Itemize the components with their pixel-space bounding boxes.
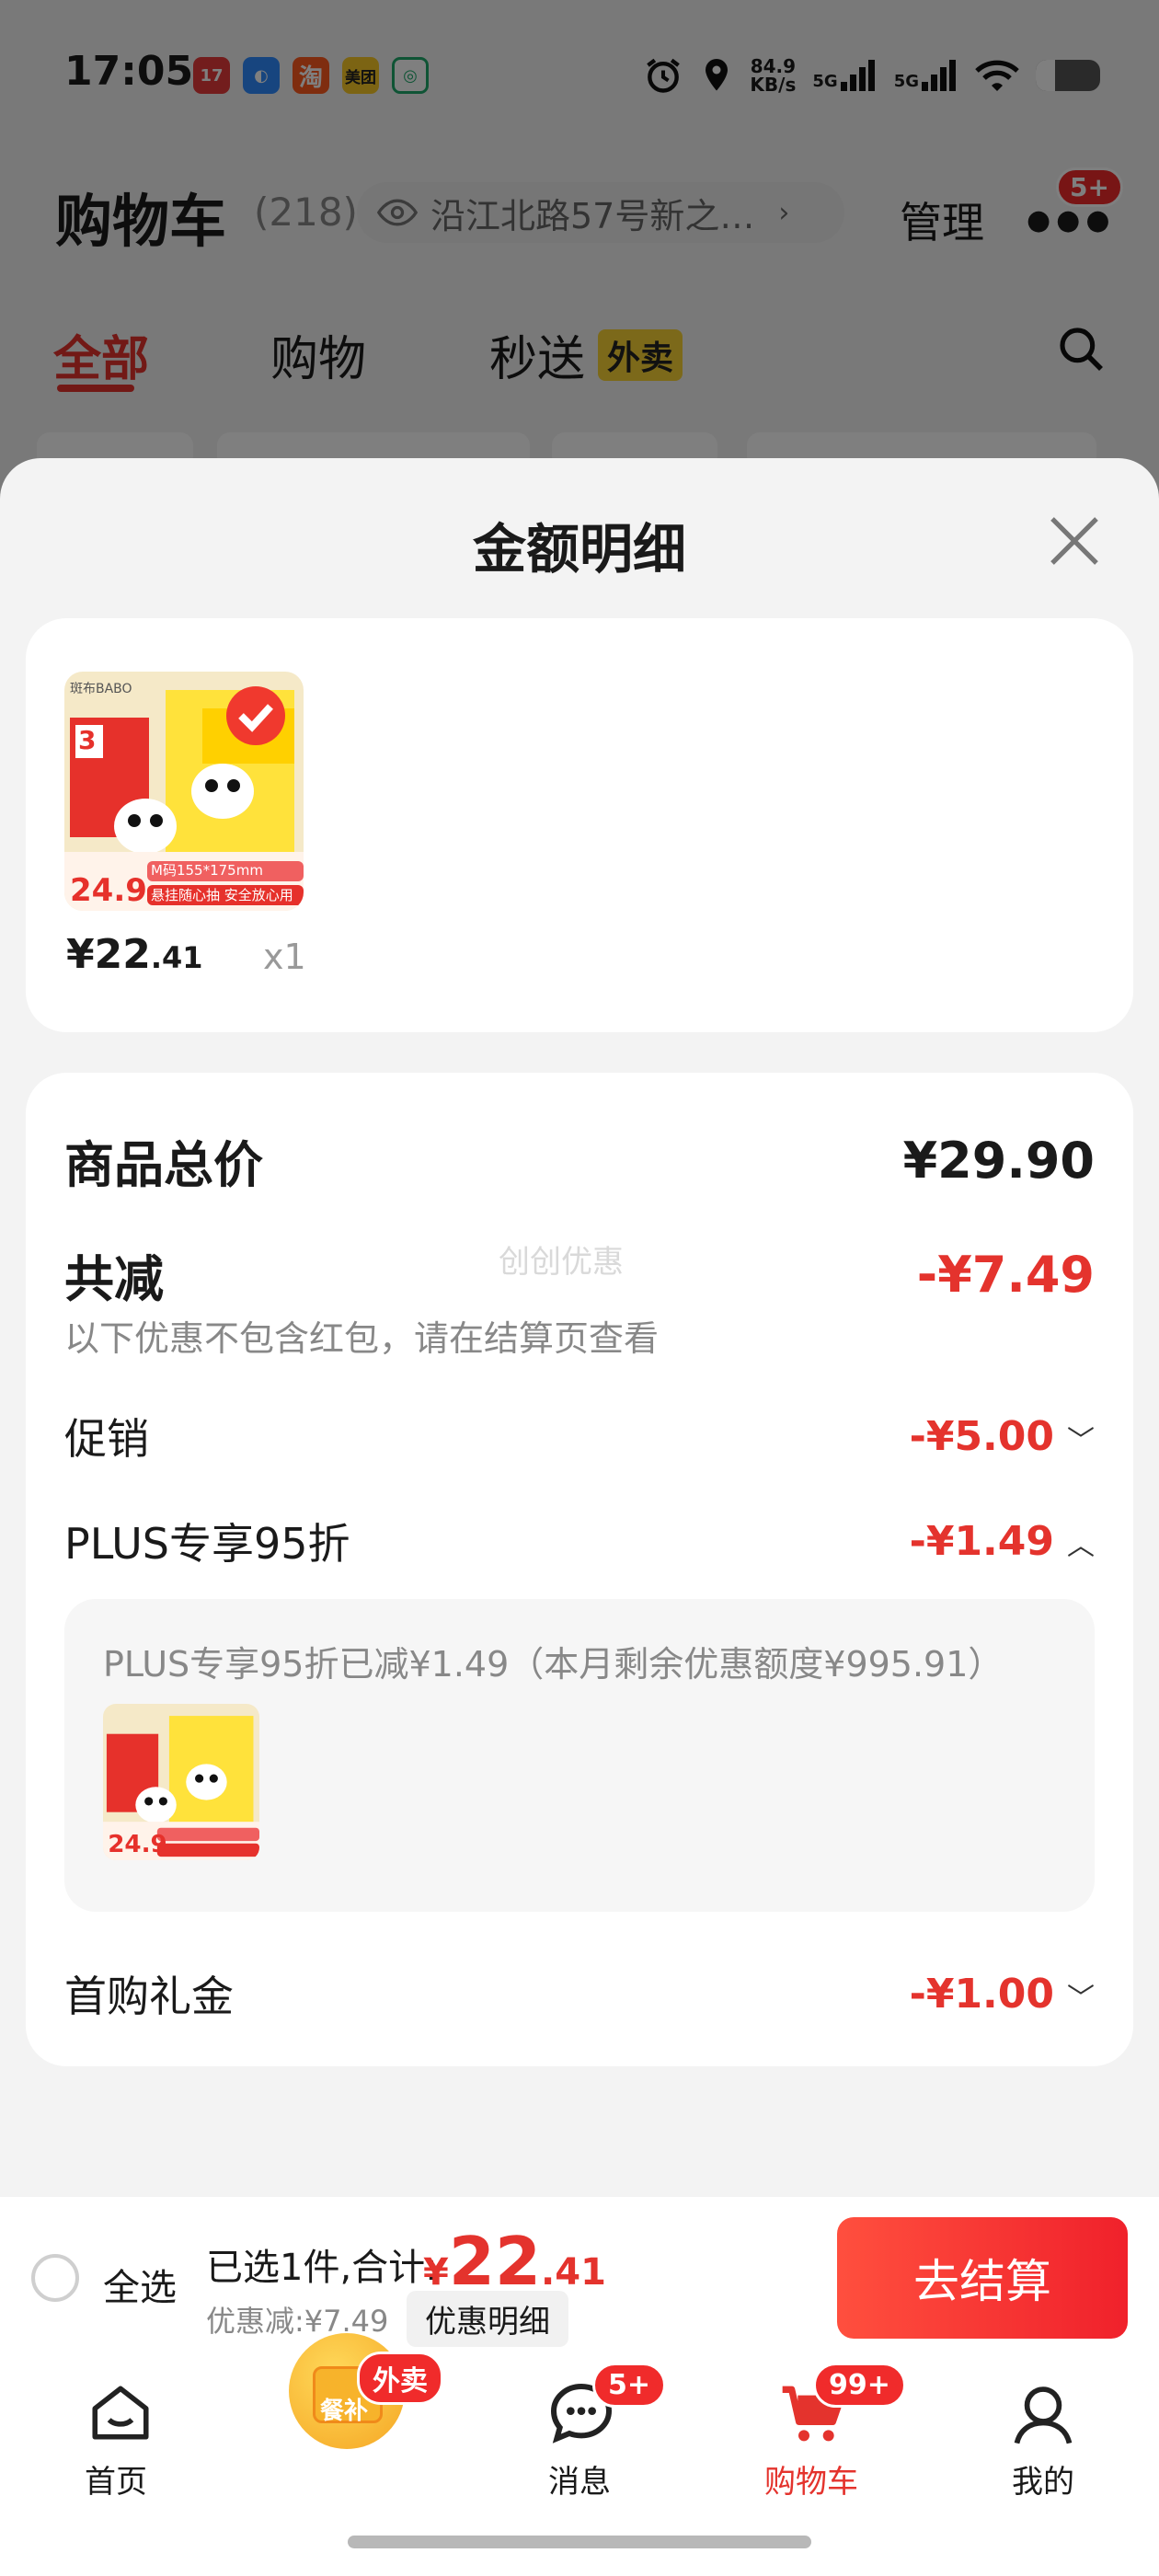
amount-detail-sheet: 金额明细 斑布BABO 3 M码155*175mm 悬挂随心抽 安全放心用 24…: [0, 458, 1159, 2197]
row-total: 商品总价 ¥29.90: [64, 1124, 1095, 1197]
image-brand: 斑布BABO: [70, 682, 132, 696]
promo-label: 促销: [64, 1414, 149, 1464]
nav-me-label: 我的: [1012, 2464, 1074, 2501]
select-all-radio[interactable]: [31, 2254, 79, 2302]
nav-home-label: 首页: [85, 2464, 147, 2501]
total-value: ¥29.90: [902, 1132, 1095, 1190]
watermark-text: 创创优惠: [499, 1244, 624, 1281]
reduce-value: -¥7.49: [916, 1246, 1095, 1304]
checkout-button[interactable]: 去结算: [837, 2217, 1128, 2339]
product-card: 斑布BABO 3 M码155*175mm 悬挂随心抽 安全放心用 24.9 ¥2…: [26, 618, 1133, 1032]
reduce-label: 共减: [64, 1250, 164, 1308]
chevron-up-icon: ︿: [1067, 1529, 1095, 1562]
reduce-note: 以下优惠不包含红包，请在结算页查看: [64, 1318, 660, 1359]
row-gift[interactable]: 首购礼金 -¥1.00 ﹀: [64, 1963, 1095, 2024]
product-price: ¥22.41: [66, 931, 203, 978]
gift-value: -¥1.00: [909, 1970, 1054, 2018]
plus-label: PLUS专享95折: [64, 1519, 350, 1569]
total-amount: ¥22.41: [423, 2223, 606, 2300]
subsidy-badge: 外卖: [357, 2352, 443, 2405]
nav-cart-label: 购物车: [764, 2464, 858, 2501]
subsidy-label: 餐补: [320, 2398, 369, 2425]
amount-summary-card: 商品总价 ¥29.90 共减 -¥7.49 创创优惠 以下优惠不包含红包，请在结…: [26, 1073, 1133, 2066]
sheet-title: 金额明细: [472, 518, 686, 581]
chevron-down-icon: ﹀: [1067, 1424, 1095, 1457]
image-price: 24.9: [70, 872, 147, 909]
cart-badge: 99+: [813, 2363, 906, 2408]
discount-detail-button[interactable]: 优惠明细: [407, 2291, 568, 2347]
gift-label: 首购礼金: [64, 1972, 234, 2021]
total-label: 商品总价: [64, 1136, 263, 1194]
chevron-down-icon: ﹀: [1067, 1982, 1095, 2015]
home-icon: [92, 2386, 149, 2440]
user-icon: [1014, 2386, 1073, 2444]
nav-messages-label: 消息: [548, 2464, 611, 2501]
row-plus[interactable]: PLUS专享95折 -¥1.49 ︿: [64, 1511, 1095, 1571]
product-image[interactable]: 斑布BABO 3 M码155*175mm 悬挂随心抽 安全放心用 24.9: [64, 672, 304, 911]
plus-product-thumb[interactable]: 24.9: [103, 1704, 259, 1860]
checkout-bar: 全选 已选1件,合计: ¥22.41 优惠减:¥7.49 优惠明细 去结算: [0, 2197, 1159, 2359]
image-slogan: 悬挂随心抽 安全放心用: [151, 887, 293, 903]
product-thumb-art: 24.9: [103, 1704, 259, 1860]
row-promo[interactable]: 促销 -¥5.00 ﹀: [64, 1406, 1095, 1466]
image-count: 3: [78, 725, 97, 755]
plus-detail-box: PLUS专享95折已减¥1.49（本月剩余优惠额度¥995.91） 24.9: [64, 1599, 1095, 1912]
image-size: M码155*175mm: [151, 862, 263, 879]
plus-detail-text: PLUS专享95折已减¥1.49（本月剩余优惠额度¥995.91）: [103, 1644, 1004, 1685]
promo-value: -¥5.00: [909, 1412, 1054, 1460]
plus-value: -¥1.49: [909, 1517, 1054, 1565]
home-indicator[interactable]: [348, 2536, 811, 2548]
messages-badge: 5+: [592, 2363, 667, 2408]
product-qty: x1: [263, 937, 306, 977]
selected-summary: 已选1件,合计:: [206, 2247, 438, 2289]
svg-text:24.9: 24.9: [108, 1831, 167, 1858]
select-all-label[interactable]: 全选: [103, 2258, 177, 2311]
close-icon[interactable]: [1045, 512, 1104, 570]
